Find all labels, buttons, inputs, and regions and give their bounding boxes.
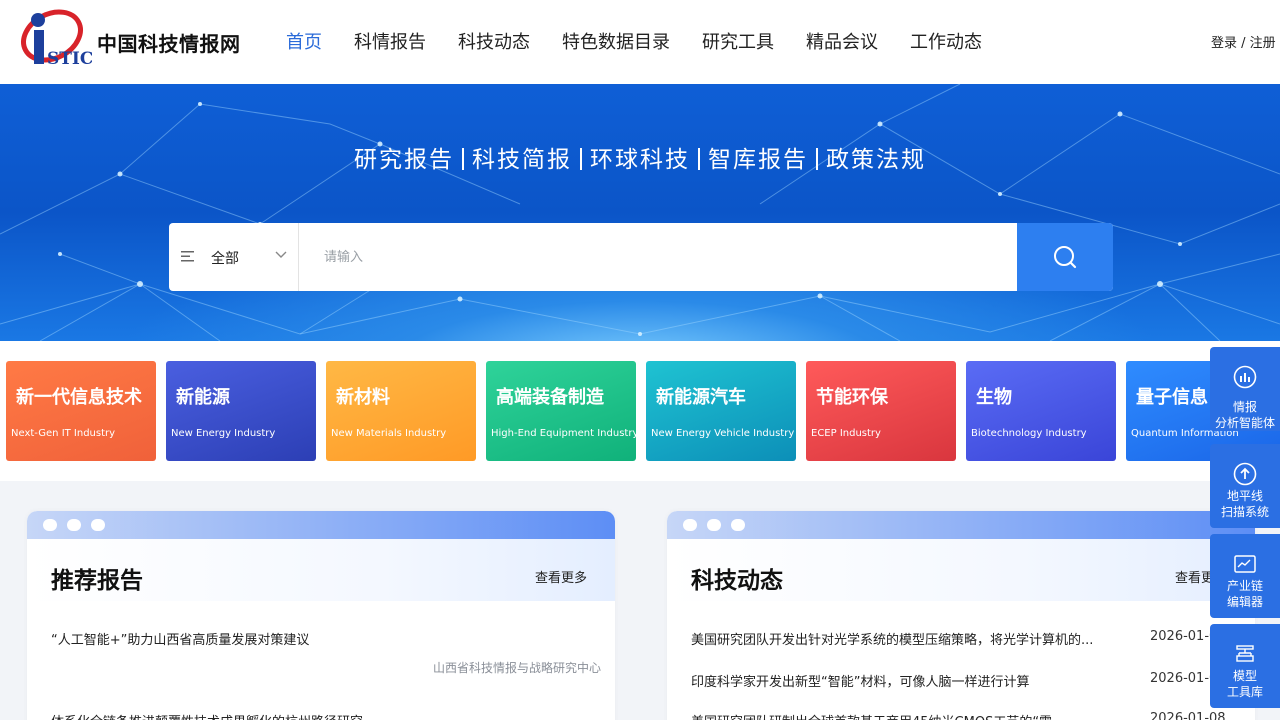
- industry-name-en: New Energy Vehicle Industry: [651, 428, 795, 439]
- news-item-title[interactable]: 印度科学家开发出新型“智能”材料，可像人脑一样进行计算: [691, 671, 1127, 690]
- nav-research-tools[interactable]: 研究工具: [686, 28, 790, 54]
- panel-title: 推荐报告: [51, 568, 143, 594]
- search-bar: 全部: [169, 223, 1113, 291]
- industry-card-new-energy[interactable]: 新能源 New Energy Industry: [166, 361, 316, 461]
- industry-card-next-gen-it[interactable]: 新一代信息技术 Next-Gen IT Industry: [6, 361, 156, 461]
- industry-name-en: High-End Equipment Industry: [491, 428, 636, 439]
- tool-label-line: 地平线: [1226, 489, 1263, 503]
- industry-name-en: New Energy Industry: [171, 428, 276, 439]
- industry-name-en: Next-Gen IT Industry: [11, 428, 116, 439]
- decor-dot: [683, 519, 697, 531]
- panel-header-bar: [27, 511, 615, 539]
- industry-card-new-energy-vehicle[interactable]: 新能源汽车 New Energy Vehicle Industry: [646, 361, 796, 461]
- report-item-title[interactable]: 体系化全链条推进颠覆性技术成果孵化的杭州路径研究: [51, 711, 591, 720]
- svg-text:STIC: STIC: [47, 49, 92, 69]
- search-icon: [1054, 246, 1077, 269]
- login-register-link[interactable]: 登录 / 注册: [1211, 32, 1276, 51]
- tool-industry-chain-editor[interactable]: 产业链 编辑器: [1210, 534, 1280, 618]
- banner-cat-briefing[interactable]: 科技简报: [472, 147, 572, 173]
- industry-name: 高端装备制造: [496, 387, 604, 408]
- tool-label-line: 模型: [1232, 669, 1257, 683]
- globe-chart-icon: [1233, 365, 1257, 389]
- decor-dot: [707, 519, 721, 531]
- industry-name-en: Biotechnology Industry: [971, 428, 1087, 439]
- nav-conferences[interactable]: 精品会议: [790, 28, 894, 54]
- report-item-title[interactable]: “人工智能+”助力山西省高质量发展对策建议: [51, 629, 591, 648]
- industry-card-ecep[interactable]: 节能环保 ECEP Industry: [806, 361, 956, 461]
- tool-intel-analysis-agent[interactable]: 情报 分析智能体: [1210, 347, 1280, 431]
- industry-name: 生物: [976, 387, 1012, 408]
- industry-name: 新能源: [176, 387, 230, 408]
- search-input[interactable]: [300, 223, 1016, 291]
- arrow-up-circle-icon: [1233, 462, 1257, 486]
- decor-dot: [67, 519, 81, 531]
- industry-card-biotech[interactable]: 生物 Biotechnology Industry: [966, 361, 1116, 461]
- nav-news[interactable]: 科技动态: [442, 28, 546, 54]
- view-more-link[interactable]: 查看更多: [535, 567, 587, 586]
- divider: [462, 148, 464, 170]
- chart-window-icon: [1234, 555, 1256, 573]
- industry-name: 新材料: [336, 387, 390, 408]
- nav-work-updates[interactable]: 工作动态: [894, 28, 998, 54]
- industry-name: 新能源汽车: [656, 387, 746, 408]
- decor-dot: [43, 519, 57, 531]
- panel-header-bar: [667, 511, 1255, 539]
- tool-label-line: 工具库: [1226, 685, 1263, 699]
- list-icon: [181, 251, 194, 262]
- nav-data-catalog[interactable]: 特色数据目录: [546, 28, 686, 54]
- banner-cat-think-tank[interactable]: 智库报告: [708, 147, 808, 173]
- tool-label-line: 分析智能体: [1214, 416, 1275, 430]
- banner-categories: 研究报告 科技简报 环球科技 智库报告 政策法规: [0, 140, 1280, 174]
- news-item-date: 2026-01-08: [1150, 711, 1226, 720]
- chevron-down-icon: [275, 251, 287, 258]
- report-item-source: 山西省科技情报与战略研究中心: [432, 661, 601, 675]
- top-header: STIC 中国科技情报网 首页 科情报告 科技动态 特色数据目录 研究工具 精品…: [0, 0, 1280, 84]
- divider: [816, 148, 818, 170]
- banner-cat-policy[interactable]: 政策法规: [826, 147, 926, 173]
- industry-name: 新一代信息技术: [16, 387, 142, 408]
- tech-news-panel: 科技动态 查看更多 美国研究团队开发出针对光学系统的模型压缩策略，将光学计算机的…: [667, 511, 1255, 720]
- nav-home[interactable]: 首页: [270, 28, 338, 54]
- hero-banner: 研究报告 科技简报 环球科技 智库报告 政策法规 全部: [0, 84, 1280, 341]
- industry-name: 节能环保: [816, 387, 888, 408]
- banner-cat-global-tech[interactable]: 环球科技: [590, 147, 690, 173]
- site-title[interactable]: 中国科技情报网: [97, 28, 241, 57]
- news-item-title[interactable]: 美国研究团队研制出全球首款基于商用45纳米CMOS工艺的“電...: [691, 711, 1127, 720]
- toolbox-icon: [1236, 645, 1254, 662]
- industry-name-en: New Materials Industry: [331, 428, 447, 439]
- industry-card-high-end-equipment[interactable]: 高端装备制造 High-End Equipment Industry: [486, 361, 636, 461]
- tool-model-library[interactable]: 模型 工具库: [1210, 624, 1280, 708]
- decor-dot: [731, 519, 745, 531]
- tool-horizon-scanning[interactable]: 地平线 扫描系统: [1210, 444, 1280, 528]
- industry-cards: 新一代信息技术 Next-Gen IT Industry 新能源 New Ene…: [0, 341, 1280, 481]
- divider: [698, 148, 700, 170]
- main-nav: 首页 科情报告 科技动态 特色数据目录 研究工具 精品会议 工作动态: [270, 28, 998, 54]
- search-scope-value: 全部: [211, 251, 239, 267]
- divider: [580, 148, 582, 170]
- recommended-reports-panel: 推荐报告 查看更多 “人工智能+”助力山西省高质量发展对策建议 山西省科技情报与…: [27, 511, 615, 720]
- news-item-title[interactable]: 美国研究团队开发出针对光学系统的模型压缩策略，将光学计算机的...: [691, 629, 1127, 648]
- network-background: [0, 84, 1280, 341]
- nav-reports[interactable]: 科情报告: [338, 28, 442, 54]
- site-logo[interactable]: STIC: [14, 6, 92, 70]
- banner-cat-research-report[interactable]: 研究报告: [354, 147, 454, 173]
- tool-label-line: 情报: [1232, 400, 1257, 414]
- industry-name-en: ECEP Industry: [811, 428, 881, 439]
- search-scope-select[interactable]: 全部: [169, 223, 299, 291]
- decor-dot: [91, 519, 105, 531]
- tool-label-line: 编辑器: [1226, 595, 1263, 609]
- panel-title: 科技动态: [691, 568, 783, 594]
- tool-label-line: 产业链: [1226, 579, 1263, 593]
- search-button[interactable]: [1017, 223, 1113, 291]
- industry-card-new-materials[interactable]: 新材料 New Materials Industry: [326, 361, 476, 461]
- industry-name: 量子信息: [1136, 387, 1208, 408]
- tool-label-line: 扫描系统: [1220, 505, 1269, 519]
